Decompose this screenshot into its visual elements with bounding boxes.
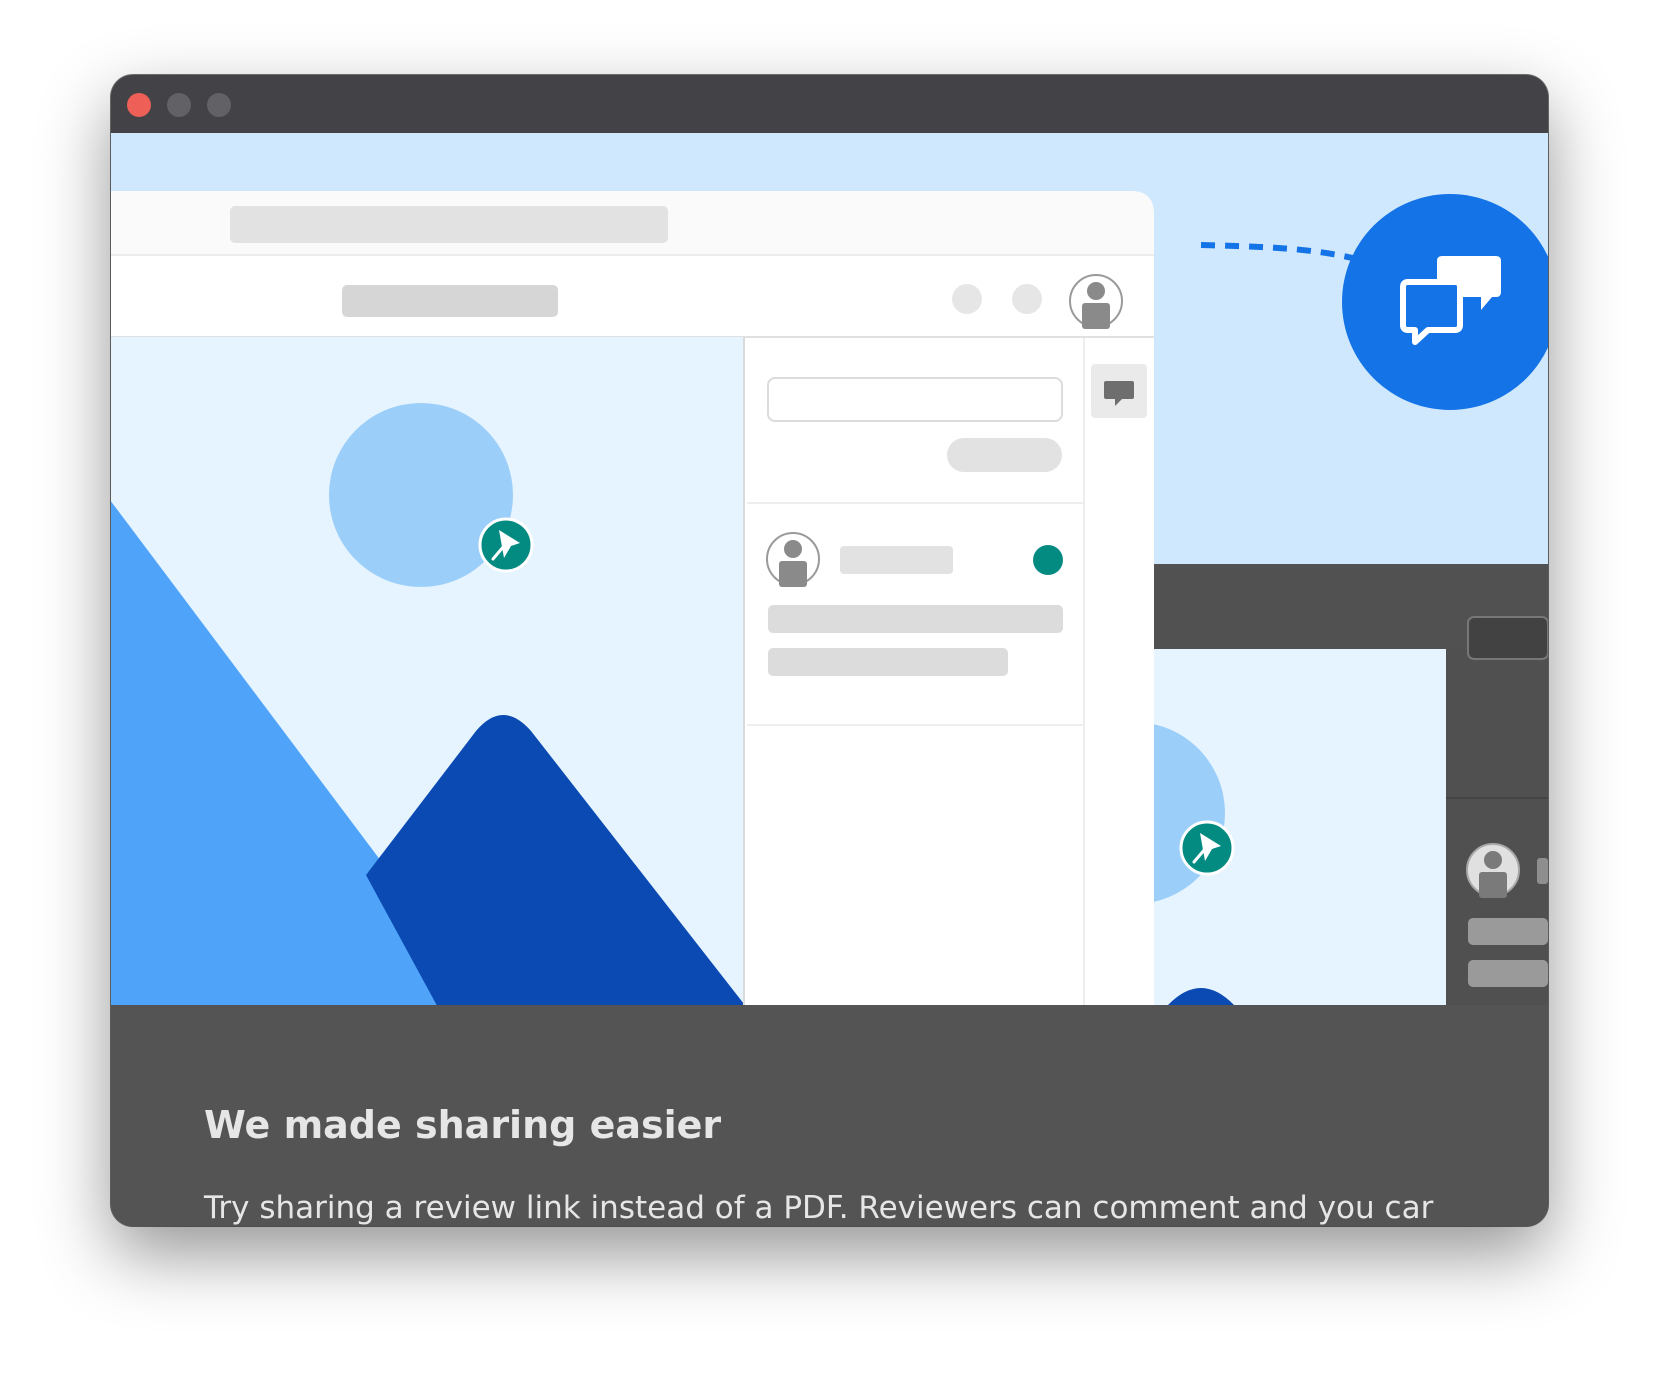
comment-input: [767, 377, 1063, 422]
maximize-button[interactable]: [207, 93, 231, 117]
post-button: [947, 438, 1062, 472]
minimize-button[interactable]: [167, 93, 191, 117]
dialog-body-text: Try sharing a review link instead of a P…: [204, 1190, 1434, 1226]
illustration-svg: [111, 191, 1548, 1005]
title-bar: [111, 75, 1548, 133]
user-icon: [1466, 843, 1520, 898]
pin-icon: [478, 517, 534, 573]
status-dot: [1033, 545, 1063, 575]
hero-illustration: [111, 133, 1548, 1005]
address-bar: [230, 206, 668, 243]
user-icon: [1069, 274, 1123, 329]
user-icon: [766, 532, 820, 587]
pin-icon: [1179, 820, 1235, 876]
browser-window: [111, 191, 1154, 1005]
app-window: We made sharing easier Try sharing a rev…: [111, 75, 1548, 1226]
close-button[interactable]: [127, 93, 151, 117]
dialog-heading: We made sharing easier: [204, 1103, 722, 1147]
